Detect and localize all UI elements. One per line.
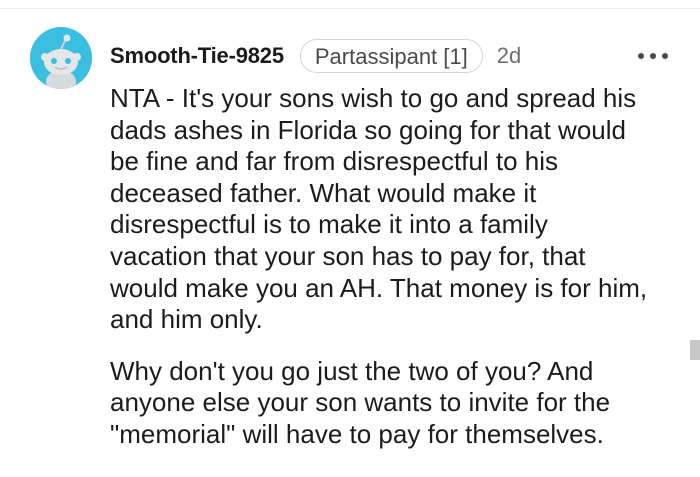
more-dot [662, 53, 668, 59]
comment-page: Smooth-Tie-9825 Partassipant [1] 2d NTA … [0, 0, 700, 477]
comment-body: NTA - It's your sons wish to go and spre… [110, 83, 680, 451]
snoo-avatar-icon [30, 27, 92, 89]
user-avatar[interactable] [30, 27, 92, 89]
comment-header: Smooth-Tie-9825 Partassipant [1] 2d [110, 36, 521, 76]
comment-timestamp[interactable]: 2d [497, 43, 521, 69]
top-divider [0, 8, 700, 9]
more-dot [638, 53, 644, 59]
more-options-icon[interactable] [638, 46, 668, 66]
comment-paragraph-1: NTA - It's your sons wish to go and spre… [110, 83, 648, 335]
scrollbar-thumb[interactable] [690, 340, 700, 360]
more-dot [650, 53, 656, 59]
username-link[interactable]: Smooth-Tie-9825 [110, 43, 284, 69]
user-flair-badge: Partassipant [1] [299, 39, 483, 73]
comment-paragraph-2: Why don't you go just the two of you? An… [110, 355, 611, 449]
